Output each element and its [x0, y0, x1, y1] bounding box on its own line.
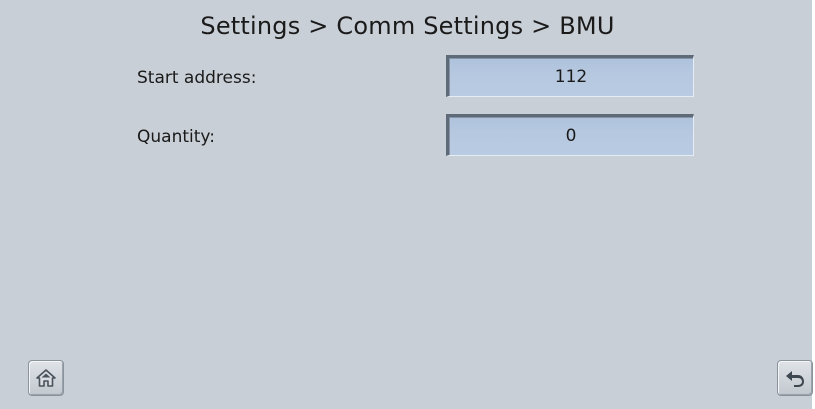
start-address-value: 112	[554, 67, 588, 87]
start-address-field[interactable]: 112	[446, 55, 694, 97]
quantity-label: Quantity:	[137, 127, 215, 147]
back-button[interactable]	[777, 360, 813, 396]
back-arrow-icon	[784, 368, 806, 388]
start-address-label: Start address:	[137, 68, 257, 88]
quantity-value: 0	[565, 126, 577, 146]
page-title: Settings > Comm Settings > BMU	[200, 12, 615, 40]
home-button[interactable]	[28, 360, 64, 396]
quantity-field[interactable]: 0	[446, 114, 694, 156]
settings-screen: Settings > Comm Settings > BMU Start add…	[0, 0, 815, 409]
home-icon	[35, 368, 57, 388]
